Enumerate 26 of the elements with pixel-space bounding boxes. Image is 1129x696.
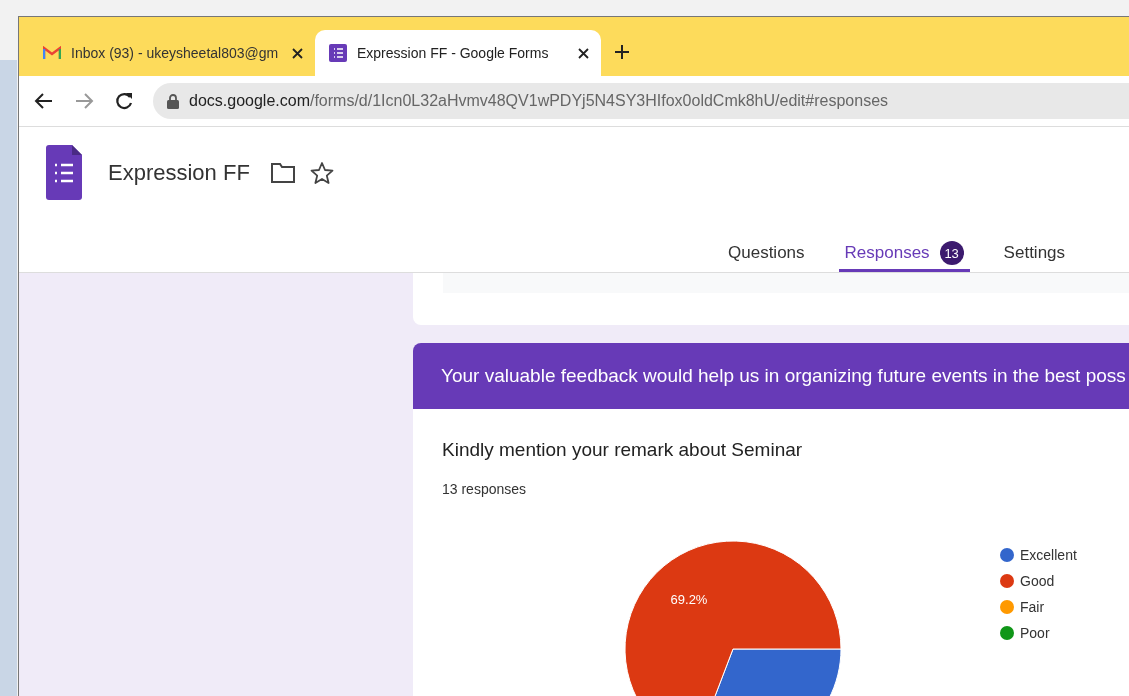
folder-icon[interactable] [269,161,296,184]
response-count-badge: 13 [939,241,964,265]
mail-logo-icon [43,46,61,60]
form-tab[interactable]: Settings [997,237,1072,272]
legend-label: Fair [1020,599,1045,615]
reload-icon[interactable] [113,90,135,112]
forms-logo-icon [329,44,347,62]
form-title: Expression FF [108,159,250,186]
response-count: 13 responses [442,481,528,497]
forms-logo-icon [46,145,82,200]
legend-label: Good [1020,573,1055,589]
star-icon[interactable] [309,160,334,185]
close-icon[interactable] [292,47,303,59]
address-bar[interactable]: docs.google.com/forms/d/1Icn0L32aHvmv48QV1wPDYj5N4SY3HIfox0oldCmk8hU/edit#responses [153,83,1129,119]
legend-label: Excellent [1020,547,1077,563]
section-header: Your valuable feedback would help us in organizing future events in the best poss [413,343,1129,409]
form-tab[interactable]: Questions [722,237,811,272]
percent-label: 69.2% [670,592,708,607]
browser-tab[interactable]: Inbox (93) - ukeysheetal803@gm [29,30,315,76]
lock-icon [167,93,179,109]
close-icon[interactable] [578,47,589,59]
plus-icon[interactable] [614,43,630,60]
legend-label: Poor [1020,625,1050,641]
question-title: Kindly mention your remark about Seminar [442,439,804,461]
url-text: docs.google.com/forms/d/1Icn0L32aHvmv48QV1wPDYj5N4SY3HIfox0oldCmk8hU/edit#responses [189,92,889,110]
browser-tab[interactable]: Expression FF - Google Forms [315,30,601,76]
